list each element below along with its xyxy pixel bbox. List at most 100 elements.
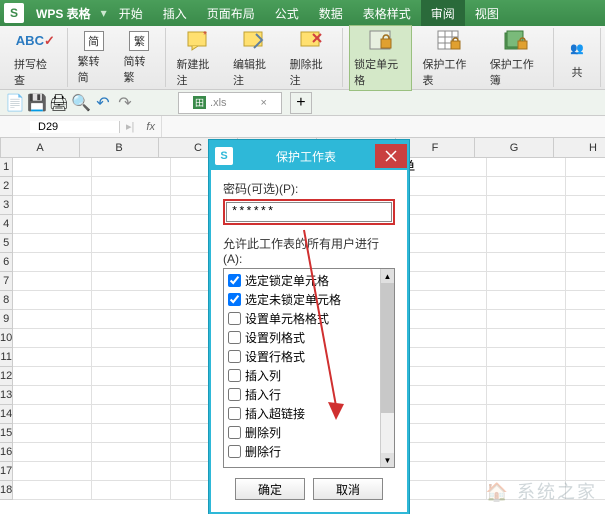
cell[interactable] [487,367,566,386]
cell[interactable] [92,310,171,329]
row-header[interactable]: 8 [0,291,13,310]
file-tab[interactable]: 田 .xls × [178,92,282,114]
cell[interactable] [408,196,487,215]
cell[interactable] [92,253,171,272]
cell[interactable] [408,310,487,329]
cell[interactable] [408,177,487,196]
cell[interactable] [487,177,566,196]
cell[interactable] [566,367,605,386]
qat-undo-icon[interactable]: ↶ [94,94,112,112]
cell[interactable] [92,272,171,291]
cell[interactable] [13,481,92,500]
col-header[interactable]: B [80,138,159,158]
cell[interactable] [487,291,566,310]
permission-item[interactable]: 设置列格式 [228,328,390,347]
dialog-close-button[interactable] [375,144,407,168]
row-header[interactable]: 5 [0,234,13,253]
permission-checkbox[interactable] [228,350,241,363]
cell[interactable] [566,310,605,329]
cell[interactable] [487,272,566,291]
permission-checkbox[interactable] [228,331,241,344]
permission-checkbox[interactable] [228,369,241,382]
cell[interactable] [92,367,171,386]
permission-checkbox[interactable] [228,426,241,439]
cell[interactable] [408,215,487,234]
cell[interactable] [487,386,566,405]
trad-to-simp-button[interactable]: 简 繁转简 [74,29,114,87]
cell[interactable] [408,291,487,310]
qat-redo-icon[interactable]: ↷ [116,94,134,112]
cell[interactable] [92,234,171,253]
cell[interactable] [566,215,605,234]
tab-tablestyle[interactable]: 表格样式 [353,0,421,26]
cell[interactable] [92,405,171,424]
row-header[interactable]: 6 [0,253,13,272]
ok-button[interactable]: 确定 [235,478,305,500]
permission-item[interactable]: 设置单元格格式 [228,309,390,328]
permission-item[interactable]: 插入行 [228,385,390,404]
permission-item[interactable]: 删除列 [228,423,390,442]
cell[interactable] [408,348,487,367]
row-header[interactable]: 13 [0,386,13,405]
cell[interactable] [408,367,487,386]
cell[interactable] [408,272,487,291]
cell[interactable] [566,329,605,348]
qat-print-icon[interactable]: 🖨 [50,94,68,112]
row-header[interactable]: 15 [0,424,13,443]
cell[interactable] [13,386,92,405]
permission-checkbox[interactable] [228,293,241,306]
cell[interactable] [487,253,566,272]
tab-review[interactable]: 审阅 [421,0,465,26]
cell-reference[interactable]: D29 [30,121,120,133]
cell[interactable] [487,329,566,348]
protect-workbook-button[interactable]: 保护工作簿 [486,26,547,90]
row-header[interactable]: 18 [0,481,13,500]
cell[interactable] [487,158,566,177]
cell[interactable] [566,405,605,424]
cell[interactable] [13,367,92,386]
cell[interactable] [566,196,605,215]
qat-save-icon[interactable]: 💾 [28,94,46,112]
permission-item[interactable]: 设置行格式 [228,347,390,366]
cell[interactable] [92,177,171,196]
share-button[interactable]: 👥共 [560,34,594,82]
lock-cell-button[interactable]: 锁定单元格 [349,25,412,91]
cell[interactable] [13,424,92,443]
cell[interactable] [13,348,92,367]
row-header[interactable]: 1 [0,158,13,177]
cell[interactable] [13,158,92,177]
add-tab-button[interactable]: + [290,92,312,114]
password-input[interactable] [226,202,392,222]
cell[interactable] [408,158,487,177]
permission-checkbox[interactable] [228,274,241,287]
cell[interactable] [92,158,171,177]
cell[interactable] [566,424,605,443]
tab-layout[interactable]: 页面布局 [197,0,265,26]
cell[interactable] [92,481,171,500]
cell[interactable] [487,424,566,443]
row-header[interactable]: 3 [0,196,13,215]
cell[interactable] [408,329,487,348]
edit-comment-button[interactable]: 编辑批注 [229,26,280,90]
cell[interactable] [566,386,605,405]
cell[interactable] [92,348,171,367]
cell[interactable] [13,177,92,196]
scroll-thumb[interactable] [381,283,394,413]
row-header[interactable]: 9 [0,310,13,329]
new-comment-button[interactable]: * 新建批注 [172,26,223,90]
col-header[interactable]: G [475,138,554,158]
spellcheck-button[interactable]: ABC✓ 拼写检查 [10,26,61,90]
formula-input[interactable] [161,116,605,137]
cell[interactable] [487,234,566,253]
scrollbar[interactable]: ▲ ▼ [380,269,394,467]
cell[interactable] [566,234,605,253]
cell[interactable] [13,443,92,462]
cell[interactable] [13,405,92,424]
tab-view[interactable]: 视图 [465,0,509,26]
cell[interactable] [13,196,92,215]
cell[interactable] [92,443,171,462]
cell[interactable] [566,177,605,196]
cell[interactable] [487,196,566,215]
cell[interactable] [13,462,92,481]
permission-checkbox[interactable] [228,312,241,325]
